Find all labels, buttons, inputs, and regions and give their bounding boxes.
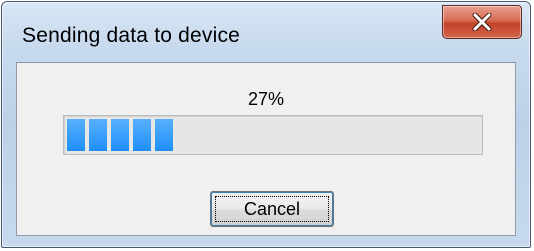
- dialog-body: 27% Cancel: [16, 62, 516, 236]
- progress-block: [89, 119, 107, 151]
- progress-bar-fill: [67, 119, 173, 151]
- title-bar[interactable]: Sending data to device: [2, 2, 530, 60]
- progress-block: [133, 119, 151, 151]
- close-button[interactable]: [442, 5, 522, 39]
- progress-dialog-window: Sending data to device 27% Cancel: [1, 1, 531, 248]
- cancel-button[interactable]: Cancel: [210, 191, 334, 227]
- progress-block: [155, 119, 173, 151]
- progress-percent-label: 27%: [247, 89, 285, 109]
- close-x-icon: [472, 13, 492, 31]
- progress-block: [67, 119, 85, 151]
- cancel-button-label: Cancel: [215, 196, 329, 222]
- progress-block: [111, 119, 129, 151]
- progress-bar: [63, 115, 483, 155]
- window-title: Sending data to device: [22, 24, 241, 47]
